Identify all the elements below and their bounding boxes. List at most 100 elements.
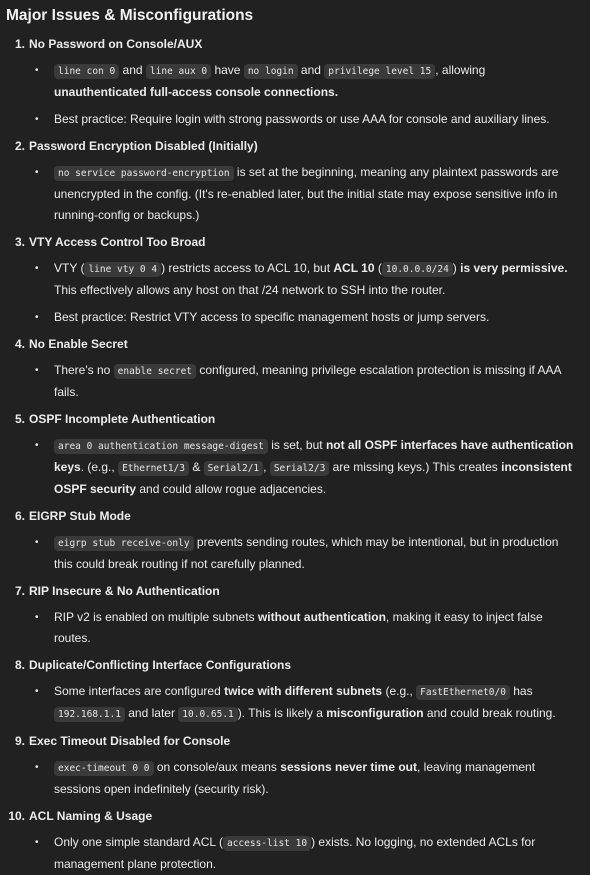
inline-code: enable secret bbox=[113, 364, 197, 379]
issue-title: 5. OSPF Incomplete Authentication bbox=[6, 409, 580, 429]
bullet-dot-icon: • bbox=[35, 65, 39, 76]
issue-title: 6. EIGRP Stub Mode bbox=[6, 506, 580, 526]
issue-title-text: OSPF Incomplete Authentication bbox=[29, 412, 216, 426]
body-text: and bbox=[297, 63, 325, 77]
page-title: Major Issues & Misconfigurations bbox=[6, 7, 254, 24]
bullet-list: • eigrp stub receive-only prevents sendin… bbox=[6, 532, 580, 575]
bullet-item: • no service password-encryption is set a… bbox=[6, 162, 580, 226]
bullet-list: • no service password-encryption is set a… bbox=[6, 162, 580, 226]
bullet-list: • There's no enable secret configured, me… bbox=[6, 360, 580, 403]
bold-text: misconfiguration bbox=[326, 706, 424, 720]
inline-code: Serial2/1 bbox=[203, 461, 264, 476]
bullet-item: • Some interfaces are configured twice wi… bbox=[6, 681, 580, 725]
inline-code: eigrp stub receive-only bbox=[54, 536, 194, 551]
issue-title: 7. RIP Insecure & No Authentication bbox=[6, 581, 580, 601]
inline-code: 10.0.0.0/24 bbox=[381, 262, 453, 277]
issue-number: 5. bbox=[14, 412, 25, 426]
issue-number: 4. bbox=[14, 337, 25, 351]
bullet-item: • Best practice: Require login with stron… bbox=[6, 109, 580, 130]
issue-title: 9. Exec Timeout Disabled for Console bbox=[6, 731, 580, 751]
issue-title-text: ACL Naming & Usage bbox=[29, 809, 153, 823]
issue-title: 1. No Password on Console/AUX bbox=[6, 34, 580, 54]
bullet-item: • area 0 authentication message-digest is… bbox=[6, 435, 580, 500]
inline-code: Serial2/3 bbox=[269, 461, 330, 476]
body-text: (e.g., bbox=[382, 684, 417, 698]
issue-item: 6. EIGRP Stub Mode • eigrp stub receive-onl… bbox=[6, 506, 580, 575]
bullet-dot-icon: • bbox=[35, 365, 39, 376]
bullet-item: • There's no enable secret configured, me… bbox=[6, 360, 580, 403]
issue-title-text: Exec Timeout Disabled for Console bbox=[29, 734, 231, 748]
inline-code: no service password-encryption bbox=[54, 166, 234, 181]
bullet-item: • Only one simple standard ACL (access-li… bbox=[6, 832, 580, 875]
issue-item: 4. No Enable Secret • There's no enable sec… bbox=[6, 334, 580, 403]
bullet-dot-icon: • bbox=[35, 312, 39, 323]
body-text: and bbox=[119, 63, 146, 77]
body-text: There's no bbox=[54, 363, 114, 377]
issue-title: 3. VTY Access Control Too Broad bbox=[6, 232, 580, 252]
bullet-item: • VTY (line vty 0 4) restricts access to … bbox=[6, 258, 580, 301]
issue-title-text: Duplicate/Conflicting Interface Configur… bbox=[29, 658, 292, 672]
bullet-list: • line con 0 and line aux 0 have no login… bbox=[6, 60, 580, 130]
body-text: Some interfaces are configured bbox=[54, 684, 225, 698]
issue-number: 1. bbox=[14, 37, 25, 51]
inline-code: exec-timeout 0 0 bbox=[54, 761, 154, 776]
inline-code: 10.0.65.1 bbox=[178, 707, 238, 722]
body-text: VTY ( bbox=[54, 261, 85, 275]
inline-code: line con 0 bbox=[54, 64, 120, 79]
body-text: , allowing bbox=[435, 63, 486, 77]
issue-title-text: RIP Insecure & No Authentication bbox=[29, 584, 220, 598]
bold-text: ACL 10 bbox=[333, 261, 375, 275]
bullet-dot-icon: • bbox=[35, 537, 39, 548]
issue-title-text: VTY Access Control Too Broad bbox=[29, 235, 206, 249]
bold-text: sessions never time out bbox=[280, 760, 417, 774]
inline-code: line vty 0 4 bbox=[84, 262, 162, 277]
bold-text: without authentication bbox=[257, 610, 386, 624]
issue-title: 2. Password Encryption Disabled (Initiall… bbox=[6, 136, 580, 156]
bullet-item: • line con 0 and line aux 0 have no login… bbox=[6, 60, 580, 103]
inline-code: line aux 0 bbox=[145, 64, 212, 79]
bullet-dot-icon: • bbox=[35, 837, 39, 848]
body-text: ( bbox=[374, 261, 382, 275]
bold-text: is very permissive. bbox=[460, 261, 568, 275]
inline-code: privilege level 15 bbox=[324, 64, 436, 79]
issue-title-text: No Password on Console/AUX bbox=[29, 37, 203, 51]
bullet-item: • exec-timeout 0 0 on console/aux means s… bbox=[6, 757, 580, 800]
body-text: ). This is likely a bbox=[237, 706, 327, 720]
issue-item: 2. Password Encryption Disabled (Initiall… bbox=[6, 136, 580, 226]
issue-number: 9. bbox=[14, 734, 25, 748]
bold-text: twice with different subnets bbox=[224, 684, 383, 698]
issue-title: 4. No Enable Secret bbox=[6, 334, 580, 354]
issue-title-text: No Enable Secret bbox=[29, 337, 128, 351]
inline-code: 192.168.1.1 bbox=[54, 707, 125, 722]
body-text: This effectively allows any host on that… bbox=[54, 283, 446, 297]
body-text: , bbox=[263, 460, 270, 474]
inline-code: Ethernet1/3 bbox=[118, 461, 189, 476]
bullet-list: • Only one simple standard ACL (access-li… bbox=[6, 832, 580, 875]
bullet-list: • area 0 authentication message-digest is… bbox=[6, 435, 580, 500]
issue-item: 7. RIP Insecure & No Authentication • RIP v… bbox=[6, 581, 580, 649]
bullet-dot-icon: • bbox=[35, 686, 39, 697]
inline-code: FastEthernet0/0 bbox=[416, 685, 510, 700]
bullet-item: • eigrp stub receive-only prevents sendin… bbox=[6, 532, 580, 575]
issue-number: 3. bbox=[14, 235, 25, 249]
issue-item: 10. ACL Naming & Usage • Only one simple st… bbox=[6, 806, 580, 875]
issue-title-text: EIGRP Stub Mode bbox=[29, 509, 131, 523]
bullet-dot-icon: • bbox=[35, 612, 39, 623]
issue-item: 1. No Password on Console/AUX • line con 0 … bbox=[6, 34, 580, 130]
bullet-list: • Some interfaces are configured twice wi… bbox=[6, 681, 580, 725]
bullet-dot-icon: • bbox=[35, 762, 39, 773]
bullet-dot-icon: • bbox=[35, 440, 39, 451]
body-text: have bbox=[211, 63, 244, 77]
inline-code: no login bbox=[243, 64, 298, 79]
inline-code: access-list 10 bbox=[222, 836, 312, 851]
document: Major Issues & Misconfigurations 1. No Pa… bbox=[0, 0, 590, 875]
body-text: ) restricts access to ACL 10, but bbox=[161, 261, 334, 275]
body-text: has bbox=[509, 684, 533, 698]
bullet-dot-icon: • bbox=[35, 263, 39, 274]
body-text: Only one simple standard ACL ( bbox=[54, 835, 223, 849]
body-text: are missing keys.) This creates bbox=[329, 460, 502, 474]
issue-number: 7. bbox=[14, 584, 25, 598]
issue-title: 10. ACL Naming & Usage bbox=[6, 806, 580, 826]
bullet-list: • VTY (line vty 0 4) restricts access to … bbox=[6, 258, 580, 328]
bullet-item: • Best practice: Restrict VTY access to s… bbox=[6, 307, 580, 328]
